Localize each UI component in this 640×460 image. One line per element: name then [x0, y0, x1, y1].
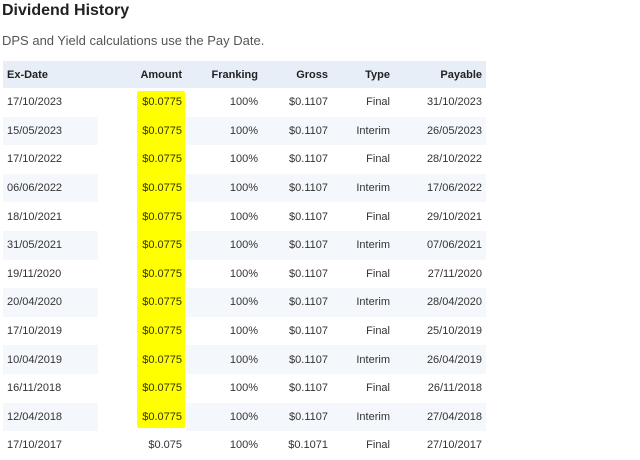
page-subtitle: DPS and Yield calculations use the Pay D…: [2, 33, 265, 48]
cell-type: Interim: [332, 116, 394, 146]
cell-ex-date: 16/11/2018: [3, 373, 98, 403]
cell-gross: $0.1107: [262, 373, 332, 403]
cell-ex-date: 17/10/2019: [3, 316, 98, 346]
column-header-ex-date[interactable]: Ex-Date: [3, 61, 98, 88]
table-row: 17/10/2022$0.0775100%$0.1107Final28/10/2…: [3, 145, 486, 174]
cell-type: Final: [332, 88, 394, 117]
cell-payable: 27/10/2017: [394, 431, 486, 460]
cell-franking: 100%: [186, 259, 262, 289]
cell-gross: $0.1107: [262, 345, 332, 374]
cell-type: Interim: [332, 402, 394, 432]
cell-type: Interim: [332, 173, 394, 203]
table-row: 16/11/2018$0.0775100%$0.1107Final26/11/2…: [3, 373, 486, 403]
cell-type: Final: [332, 373, 394, 403]
cell-payable: 26/04/2019: [394, 345, 486, 374]
table-row: 17/10/2019$0.0775100%$0.1107Final25/10/2…: [3, 316, 486, 346]
table-row: 20/04/2020$0.0775100%$0.1107Interim28/04…: [3, 288, 486, 317]
cell-gross: $0.1107: [262, 145, 332, 174]
cell-ex-date: 18/10/2021: [3, 202, 98, 231]
cell-payable: 26/11/2018: [394, 373, 486, 403]
column-header-payable[interactable]: Payable: [394, 61, 486, 88]
column-header-gross[interactable]: Gross: [262, 61, 332, 88]
cell-payable: 26/05/2023: [394, 116, 486, 146]
column-header-amount[interactable]: Amount: [98, 61, 186, 88]
cell-type: Interim: [332, 230, 394, 260]
cell-ex-date: 20/04/2020: [3, 288, 98, 317]
cell-gross: $0.1107: [262, 230, 332, 260]
cell-gross: $0.1107: [262, 259, 332, 289]
cell-franking: 100%: [186, 402, 262, 432]
cell-franking: 100%: [186, 373, 262, 403]
cell-ex-date: 31/05/2021: [3, 230, 98, 260]
cell-type: Final: [332, 316, 394, 346]
table-row: 15/05/2023$0.0775100%$0.1107Interim26/05…: [3, 116, 486, 146]
cell-franking: 100%: [186, 288, 262, 317]
table-row: 31/05/2021$0.0775100%$0.1107Interim07/06…: [3, 230, 486, 260]
cell-payable: 28/04/2020: [394, 288, 486, 317]
cell-gross: $0.1107: [262, 116, 332, 146]
cell-gross: $0.1107: [262, 288, 332, 317]
table-row: 10/04/2019$0.0775100%$0.1107Interim26/04…: [3, 345, 486, 374]
cell-ex-date: 10/04/2019: [3, 345, 98, 374]
cell-payable: 27/11/2020: [394, 259, 486, 289]
cell-franking: 100%: [186, 316, 262, 346]
table-row: 17/10/2023$0.0775100%$0.1107Final31/10/2…: [3, 88, 486, 117]
cell-ex-date: 06/06/2022: [3, 173, 98, 203]
cell-type: Final: [332, 202, 394, 231]
cell-franking: 100%: [186, 88, 262, 117]
cell-type: Final: [332, 145, 394, 174]
cell-type: Interim: [332, 288, 394, 317]
cell-ex-date: 12/04/2018: [3, 402, 98, 432]
cell-franking: 100%: [186, 202, 262, 231]
cell-franking: 100%: [186, 173, 262, 203]
cell-amount: $0.075: [98, 431, 186, 460]
cell-payable: 25/10/2019: [394, 316, 486, 346]
cell-gross: $0.1107: [262, 173, 332, 203]
cell-gross: $0.1071: [262, 431, 332, 460]
column-header-type[interactable]: Type: [332, 61, 394, 88]
cell-gross: $0.1107: [262, 402, 332, 432]
cell-franking: 100%: [186, 116, 262, 146]
cell-type: Interim: [332, 345, 394, 374]
cell-type: Final: [332, 431, 394, 460]
cell-type: Final: [332, 259, 394, 289]
column-header-franking[interactable]: Franking: [186, 61, 262, 88]
table-row: 18/10/2021$0.0775100%$0.1107Final29/10/2…: [3, 202, 486, 231]
cell-payable: 29/10/2021: [394, 202, 486, 231]
cell-gross: $0.1107: [262, 316, 332, 346]
page-title: Dividend History: [2, 2, 130, 19]
dividend-history-table: Ex-Date Amount Franking Gross Type Payab…: [3, 61, 486, 460]
cell-franking: 100%: [186, 230, 262, 260]
cell-gross: $0.1107: [262, 202, 332, 231]
cell-payable: 28/10/2022: [394, 145, 486, 174]
cell-ex-date: 15/05/2023: [3, 116, 98, 146]
cell-ex-date: 19/11/2020: [3, 259, 98, 289]
cell-payable: 17/06/2022: [394, 173, 486, 203]
cell-payable: 27/04/2018: [394, 402, 486, 432]
table-header-row: Ex-Date Amount Franking Gross Type Payab…: [3, 61, 486, 88]
amount-highlight: [137, 91, 185, 429]
cell-payable: 07/06/2021: [394, 230, 486, 260]
table-row: 12/04/2018$0.0775100%$0.1107Interim27/04…: [3, 402, 486, 432]
table-row: 19/11/2020$0.0775100%$0.1107Final27/11/2…: [3, 259, 486, 289]
cell-franking: 100%: [186, 345, 262, 374]
cell-franking: 100%: [186, 145, 262, 174]
cell-ex-date: 17/10/2017: [3, 431, 98, 460]
cell-ex-date: 17/10/2022: [3, 145, 98, 174]
cell-franking: 100%: [186, 431, 262, 460]
table-row: 17/10/2017 $0.075 100% $0.1071 Final 27/10/20…: [3, 431, 486, 460]
cell-payable: 31/10/2023: [394, 88, 486, 117]
table-row: 06/06/2022$0.0775100%$0.1107Interim17/06…: [3, 173, 486, 203]
cell-gross: $0.1107: [262, 88, 332, 117]
cell-ex-date: 17/10/2023: [3, 88, 98, 117]
